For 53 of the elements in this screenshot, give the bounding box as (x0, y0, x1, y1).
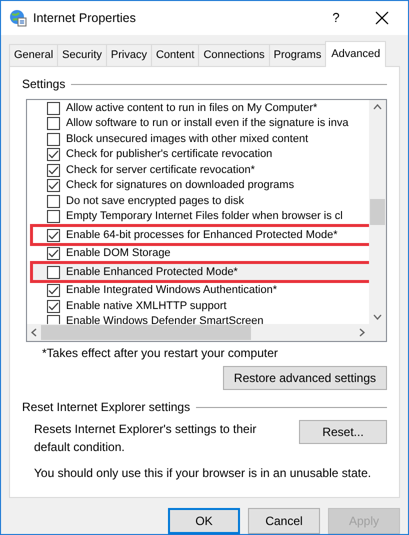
dialog-button[interactable]: Cancel (248, 508, 320, 534)
checkbox[interactable] (47, 117, 60, 130)
option-label: Allow software to run or install even if the signature is inva (66, 116, 348, 132)
tab[interactable]: Security (57, 44, 107, 66)
checkbox[interactable] (47, 132, 60, 146)
checkbox[interactable] (47, 284, 60, 298)
checkbox[interactable] (47, 179, 60, 192)
option-label: Enable DOM Storage (66, 246, 171, 262)
highlighted-option[interactable]: Enable Enhanced Protected Mode* (33, 264, 369, 280)
highlighted-option[interactable]: Enable 64-bit processes for Enhanced Protected Mode* (33, 227, 369, 243)
reset-button[interactable]: Reset... (299, 420, 387, 444)
checkbox[interactable] (47, 148, 60, 162)
globe-icon (9, 8, 27, 27)
tab[interactable]: Content (150, 44, 200, 66)
chevron-down-icon (373, 314, 382, 320)
group-title: Reset Internet Explorer settings (22, 399, 190, 416)
checkbox[interactable] (47, 210, 60, 224)
checkbox[interactable] (47, 164, 60, 177)
option-label: Enable Windows Defender SmartScreen (66, 314, 264, 324)
footnote: *Takes effect after you restart your computer (42, 345, 279, 362)
group-title: Settings (22, 76, 66, 94)
warning-text: You should only use this if your browser is in an unusable state. (33, 465, 372, 482)
checkbox[interactable] (47, 300, 60, 313)
option-label: Enable native XMLHTTP support (66, 298, 227, 314)
reset-description: Resets Internet Explorer's settings to their default condition. (34, 421, 258, 456)
option-label: Empty Temporary Internet Files folder when browser is cl (66, 209, 343, 224)
restore-button[interactable]: Restore advanced settings (222, 366, 387, 390)
tab[interactable]: Advanced (325, 40, 386, 68)
tab[interactable]: General (9, 44, 58, 66)
checkbox[interactable] (47, 102, 60, 115)
chevron-left-icon (31, 328, 37, 338)
window-title: Internet Properties (33, 10, 137, 27)
scrollbar-thumb[interactable] (370, 199, 385, 226)
dialog-button[interactable]: OK (168, 508, 240, 534)
option-label: Do not save encrypted pages to disk (66, 194, 244, 209)
checkbox[interactable] (47, 315, 60, 324)
checkbox[interactable] (47, 247, 60, 260)
chevron-up-icon (373, 104, 382, 110)
checkbox[interactable] (47, 194, 60, 208)
checkbox[interactable] (47, 228, 60, 242)
option-label: Enable Enhanced Protected Mode* (66, 264, 238, 280)
option-label: Enable 64-bit processes for Enhanced Protected Mode* (66, 228, 338, 243)
chevron-right-icon (359, 328, 365, 338)
checkbox[interactable] (47, 266, 60, 279)
option-label: Allow active content to run in files on My Computer* (66, 100, 318, 116)
option-label: Block unsecured images with other mixed content (66, 132, 308, 147)
option-label: Enable Integrated Windows Authentication* (66, 283, 277, 298)
tab[interactable]: Programs (268, 44, 326, 66)
help-button[interactable]: ? (316, 8, 356, 28)
option-label: Check for server certificate revocation* (66, 162, 255, 178)
scrollbar-thumb[interactable] (41, 325, 251, 340)
option-label: Check for publisher's certificate revocation (66, 147, 272, 162)
option-label: Check for signatures on downloaded programs (66, 178, 294, 194)
